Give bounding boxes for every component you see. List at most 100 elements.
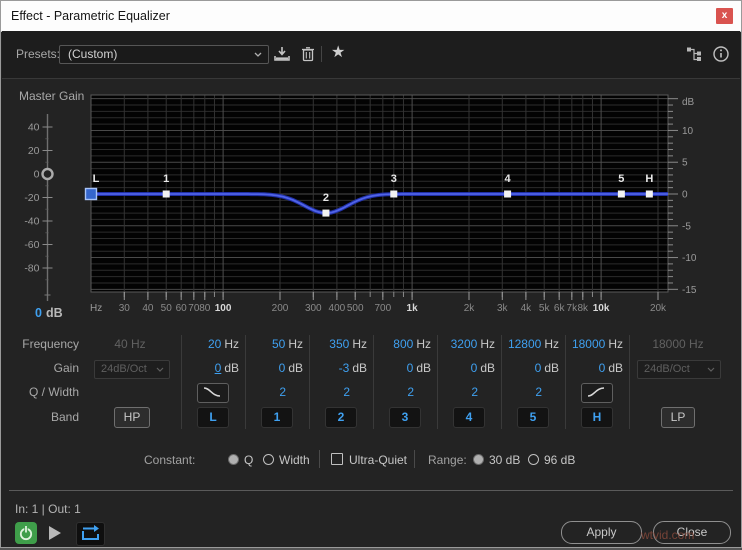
svg-text:60: 60 (176, 303, 188, 314)
svg-text:500: 500 (347, 303, 364, 314)
band-4-frequency[interactable]: 3200 Hz (437, 337, 495, 351)
band-H-button[interactable]: H (581, 407, 613, 428)
svg-text:Hz: Hz (90, 303, 102, 314)
chevron-down-icon (707, 367, 715, 372)
ultra-quiet-checkbox[interactable] (331, 453, 343, 465)
preset-dropdown-value: (Custom) (68, 47, 118, 61)
range-96db-label[interactable]: 96 dB (544, 453, 575, 467)
row-label-q-width: Q / Width (28, 385, 79, 399)
effect-info-icon[interactable] (712, 45, 730, 63)
preview-play-button[interactable] (49, 526, 61, 540)
band-2-handle[interactable] (322, 209, 330, 217)
band-4-q-value[interactable]: 2 (437, 385, 478, 399)
effect-power-toggle[interactable] (15, 522, 37, 544)
band-3-graph-label: 3 (391, 173, 397, 185)
band-1-graph-label: 1 (163, 173, 169, 185)
band-3-frequency[interactable]: 800 Hz (373, 337, 431, 351)
band-4-button[interactable]: 4 (453, 407, 485, 428)
svg-text:10: 10 (682, 126, 694, 137)
band-1-gain[interactable]: 0 dB (245, 361, 303, 375)
band-1-frequency[interactable]: 50 Hz (245, 337, 303, 351)
band-5-frequency[interactable]: 12800 Hz (501, 337, 559, 351)
band-4-graph-label: 4 (505, 173, 512, 185)
range-30db-label[interactable]: 30 dB (489, 453, 520, 467)
band-H-gain[interactable]: 0 dB (565, 361, 623, 375)
options-separator (319, 450, 320, 468)
svg-text:4k: 4k (521, 303, 533, 314)
column-separator (629, 335, 630, 429)
low-shelf-curve-icon (203, 387, 221, 397)
band-2-button[interactable]: 2 (325, 407, 357, 428)
svg-text:3k: 3k (497, 303, 509, 314)
svg-text:50: 50 (161, 303, 173, 314)
chevron-down-icon (254, 52, 262, 57)
hp-slope-dropdown: 24dB/Oct (94, 360, 170, 379)
favorite-star-icon[interactable]: ★ (331, 44, 349, 62)
svg-text:100: 100 (215, 303, 232, 314)
svg-text:5k: 5k (539, 303, 551, 314)
close-window-button[interactable]: x (716, 8, 733, 24)
band-2-frequency[interactable]: 350 Hz (309, 337, 367, 351)
range-30db-radio[interactable] (473, 454, 484, 465)
band-2-q-value[interactable]: 2 (309, 385, 350, 399)
eq-graph-svg[interactable]: Hz 30 40 50 60 70 80 100 200 300 400 500 700 1k 2k 3k 4k… (1, 81, 742, 321)
band-L-button[interactable]: L (197, 407, 229, 428)
title-bar[interactable]: Effect - Parametric Equalizer x (1, 1, 741, 32)
band-1-handle[interactable] (162, 190, 170, 198)
band-3-q-value[interactable]: 2 (373, 385, 414, 399)
options-separator-2 (414, 450, 415, 468)
svg-text:400: 400 (329, 303, 346, 314)
low-shelf-icon-button[interactable] (197, 383, 229, 403)
constant-width-label[interactable]: Width (279, 453, 310, 467)
constant-q-radio[interactable] (228, 454, 239, 465)
band-H-handle[interactable] (645, 190, 653, 198)
band-L-gain[interactable]: 0 dB (181, 361, 239, 375)
high-shelf-curve-icon (587, 387, 605, 397)
ultra-quiet-label[interactable]: Ultra-Quiet (349, 453, 407, 467)
save-preset-icon[interactable] (273, 45, 291, 63)
constant-q-label[interactable]: Q (244, 453, 253, 467)
high-shelf-icon-button[interactable] (581, 383, 613, 403)
delete-preset-icon[interactable] (299, 45, 317, 63)
svg-text:-15: -15 (682, 285, 697, 296)
svg-text:-5: -5 (682, 221, 691, 232)
band-4-handle[interactable] (504, 190, 512, 198)
band-3-button[interactable]: 3 (389, 407, 421, 428)
svg-text:dB: dB (682, 97, 695, 108)
svg-text:1k: 1k (407, 303, 419, 314)
band-5-button[interactable]: 5 (517, 407, 549, 428)
channel-routing-icon[interactable] (686, 45, 704, 63)
effect-dialog: Effect - Parametric Equalizer x Presets:… (0, 0, 742, 548)
band-1-q-value[interactable]: 2 (245, 385, 286, 399)
band-5-gain[interactable]: 0 dB (501, 361, 559, 375)
svg-text:20k: 20k (650, 303, 667, 314)
band-3-handle[interactable] (390, 190, 398, 198)
svg-text:6k: 6k (554, 303, 566, 314)
presets-bar: Presets: (Custom) ★ (2, 31, 740, 79)
apply-button[interactable]: Apply (561, 521, 642, 544)
band-4-gain[interactable]: 0 dB (437, 361, 495, 375)
constant-width-radio[interactable] (263, 454, 274, 465)
svg-text:300: 300 (305, 303, 322, 314)
range-96db-radio[interactable] (528, 454, 539, 465)
band-3-gain[interactable]: 0 dB (373, 361, 431, 375)
band-1-button[interactable]: 1 (261, 407, 293, 428)
band-2-gain[interactable]: -3 dB (309, 361, 367, 375)
toolbar-separator (321, 46, 322, 62)
io-status: In: 1 | Out: 1 (15, 502, 81, 516)
band-5-q-value[interactable]: 2 (501, 385, 542, 399)
hp-band-button[interactable]: HP (114, 407, 150, 428)
lp-band-button[interactable]: LP (661, 407, 695, 428)
band-L-handle[interactable] (84, 187, 98, 201)
svg-text:40: 40 (142, 303, 154, 314)
loop-playback-button[interactable] (76, 522, 105, 546)
svg-text:30: 30 (119, 303, 131, 314)
band-H-frequency[interactable]: 18000 Hz (565, 337, 623, 351)
svg-text:8k: 8k (578, 303, 590, 314)
loop-icon (82, 525, 99, 540)
band-5-handle[interactable] (617, 190, 625, 198)
preset-dropdown[interactable]: (Custom) (59, 45, 269, 64)
band-L-frequency[interactable]: 20 Hz (181, 337, 239, 351)
svg-text:7k: 7k (567, 303, 579, 314)
power-icon (19, 526, 33, 541)
